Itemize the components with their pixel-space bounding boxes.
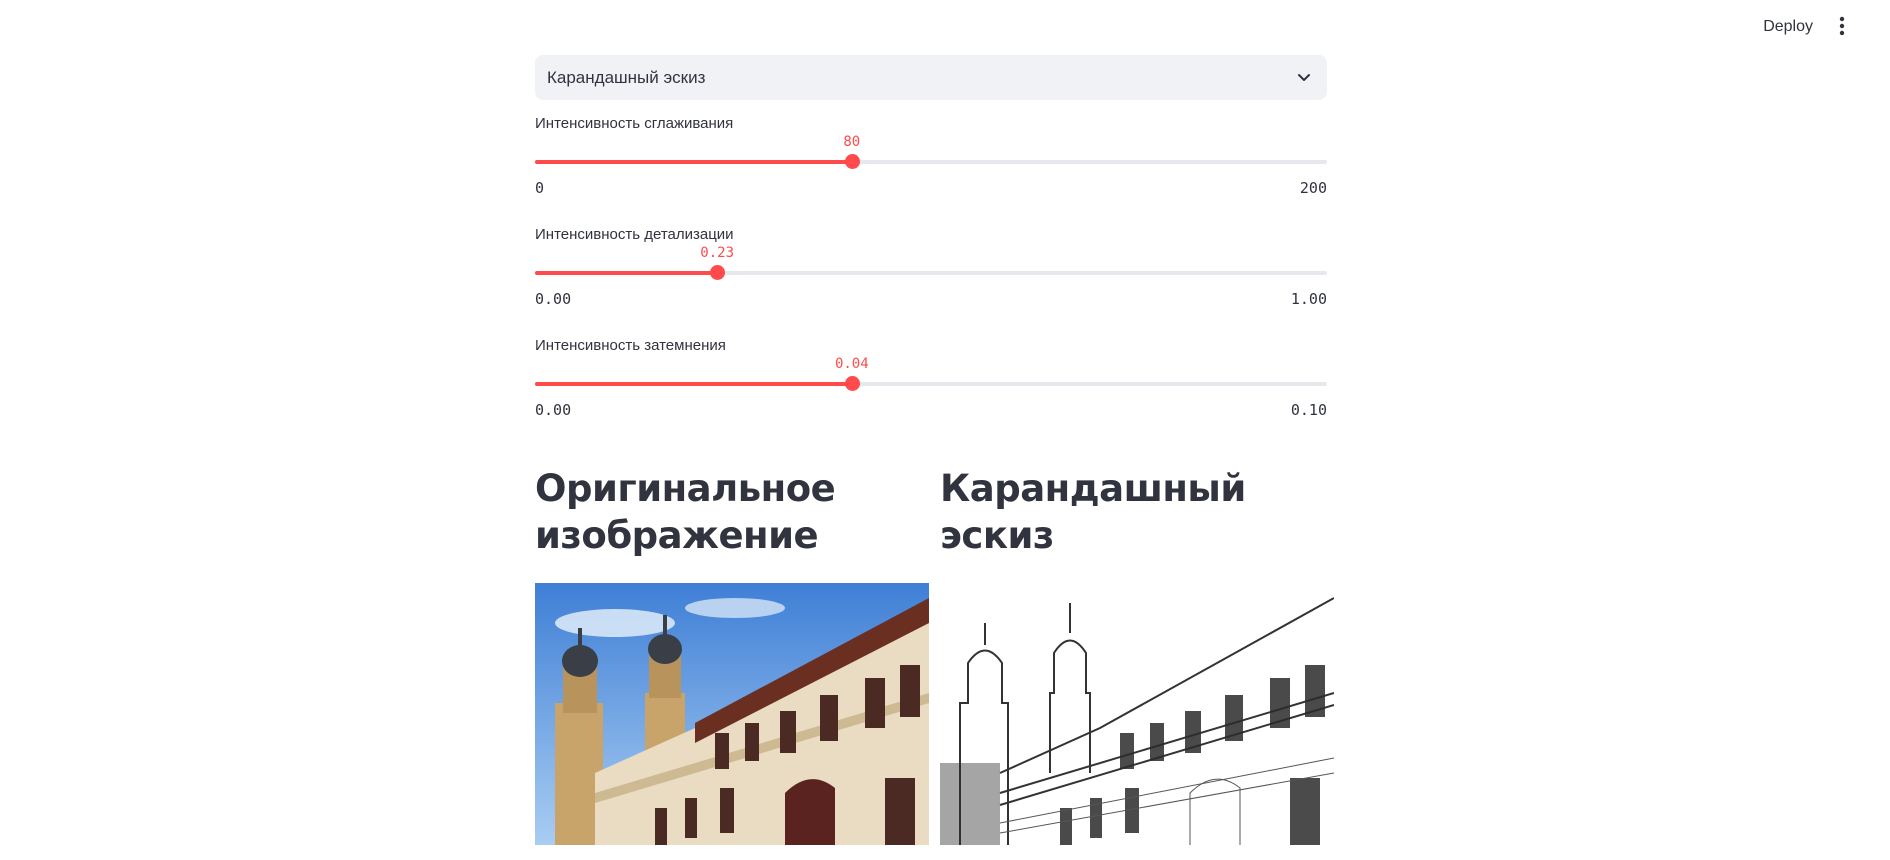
sketch-column: Карандашный эскиз [940, 465, 1334, 845]
slider-fill [535, 271, 718, 275]
slider-fill [535, 382, 852, 386]
main-content: Карандашный эскиз Интенсивность сглажива… [535, 55, 1327, 433]
slider-value: 0.04 [834, 356, 869, 372]
slider-thumb[interactable] [844, 154, 860, 169]
slider-smoothing: Интенсивность сглаживания 80 0 200 [535, 100, 1327, 211]
app-header: Deploy [0, 0, 1890, 52]
deploy-button[interactable]: Deploy [1757, 14, 1819, 40]
slider-value: 0.23 [700, 245, 735, 261]
slider-label: Интенсивность затемнения [535, 337, 726, 354]
slider-detail: Интенсивность детализации 0.23 0.00 1.00 [535, 211, 1327, 322]
slider-track[interactable] [535, 265, 1327, 280]
slider-max: 1.00 [1290, 290, 1327, 308]
original-column: Оригинальное изображение [535, 465, 929, 845]
slider-track[interactable] [535, 154, 1327, 169]
slider-thumb[interactable] [844, 376, 860, 391]
slider-thumb[interactable] [710, 265, 726, 280]
slider-max: 0.10 [1290, 401, 1327, 419]
chevron-down-icon [1295, 68, 1313, 86]
slider-fill [535, 160, 852, 164]
sketch-title: Карандашный эскиз [940, 467, 1246, 557]
vertical-dots-icon[interactable] [1834, 15, 1850, 37]
original-image [535, 583, 929, 845]
filter-select[interactable]: Карандашный эскиз [535, 55, 1327, 100]
slider-min: 0 [535, 179, 545, 197]
slider-darkening: Интенсивность затемнения 0.04 0.00 0.10 [535, 322, 1327, 433]
slider-track[interactable] [535, 376, 1327, 391]
slider-max: 200 [1299, 179, 1327, 197]
image-columns: Оригинальное изображение Карандашный эск… [535, 465, 1335, 845]
filter-select-value: Карандашный эскиз [547, 67, 706, 87]
slider-min: 0.00 [535, 401, 572, 419]
slider-value: 80 [843, 134, 861, 150]
original-title: Оригинальное изображение [535, 467, 836, 557]
slider-min: 0.00 [535, 290, 572, 308]
slider-label: Интенсивность сглаживания [535, 115, 734, 132]
slider-label: Интенсивность детализации [535, 226, 734, 243]
sketch-image [940, 583, 1334, 845]
